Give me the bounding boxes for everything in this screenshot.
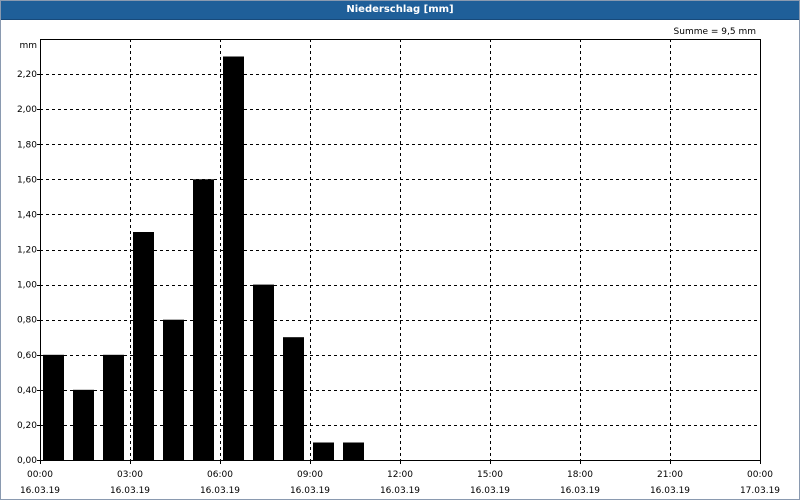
y-tick-label: 1,80 (17, 140, 37, 150)
x-tick-time-label: 09:00 (297, 470, 323, 480)
bar (313, 442, 334, 460)
x-tick-time-label: 03:00 (117, 470, 143, 480)
x-tick-time-label: 06:00 (207, 470, 233, 480)
x-tick-time-label: 00:00 (27, 470, 53, 480)
bar (163, 319, 184, 460)
x-tick-time-label: 21:00 (657, 470, 683, 480)
x-tick-date-label: 16.03.19 (200, 486, 240, 496)
y-tick-label: 1,60 (17, 175, 37, 185)
y-axis-label: mm (19, 41, 37, 51)
bar (253, 284, 274, 460)
bar (283, 337, 304, 460)
bar (343, 442, 364, 460)
x-tick-date-label: 16.03.19 (290, 486, 330, 496)
x-tick-date-label: 17.03.19 (740, 486, 780, 496)
y-tick-label: 0,40 (17, 386, 37, 396)
bars (43, 56, 364, 461)
x-tick-date-label: 16.03.19 (560, 486, 600, 496)
x-tick-time-label: 00:00 (747, 470, 773, 480)
x-tick-date-label: 16.03.19 (650, 486, 690, 496)
y-tick-label: 0,00 (17, 456, 37, 466)
bar (133, 232, 154, 460)
x-tick-date-label: 16.03.19 (470, 486, 510, 496)
y-tick-label: 2,00 (17, 105, 37, 115)
bar (73, 389, 94, 460)
y-tick-label: 1,40 (17, 210, 37, 220)
x-tick-time-label: 12:00 (387, 470, 413, 480)
bar (43, 354, 64, 461)
x-tick-time-label: 15:00 (477, 470, 503, 480)
precipitation-chart: 0,00 0,20 0,40 0,60 0,80 1,00 1,20 1,40 1,60 1,80… (17, 27, 780, 496)
y-tick-label: 2,20 (17, 70, 37, 80)
bar (103, 354, 124, 461)
bar (193, 179, 214, 461)
y-tick-label: 0,80 (17, 316, 37, 326)
y-tick-label: 0,60 (17, 351, 37, 361)
x-tick-date-label: 16.03.19 (110, 486, 150, 496)
y-tick-label: 0,20 (17, 421, 37, 431)
y-tick-label: 1,20 (17, 246, 37, 256)
ticks: 0,00 0,20 0,40 0,60 0,80 1,00 1,20 1,40 1,60 1,80… (17, 70, 780, 496)
x-tick-date-label: 16.03.19 (380, 486, 420, 496)
sum-annotation: Summe = 9,5 mm (674, 27, 756, 37)
x-tick-time-label: 18:00 (567, 470, 593, 480)
bar (223, 56, 244, 460)
y-tick-label: 1,00 (17, 281, 37, 291)
x-tick-date-label: 16.03.19 (20, 486, 60, 496)
